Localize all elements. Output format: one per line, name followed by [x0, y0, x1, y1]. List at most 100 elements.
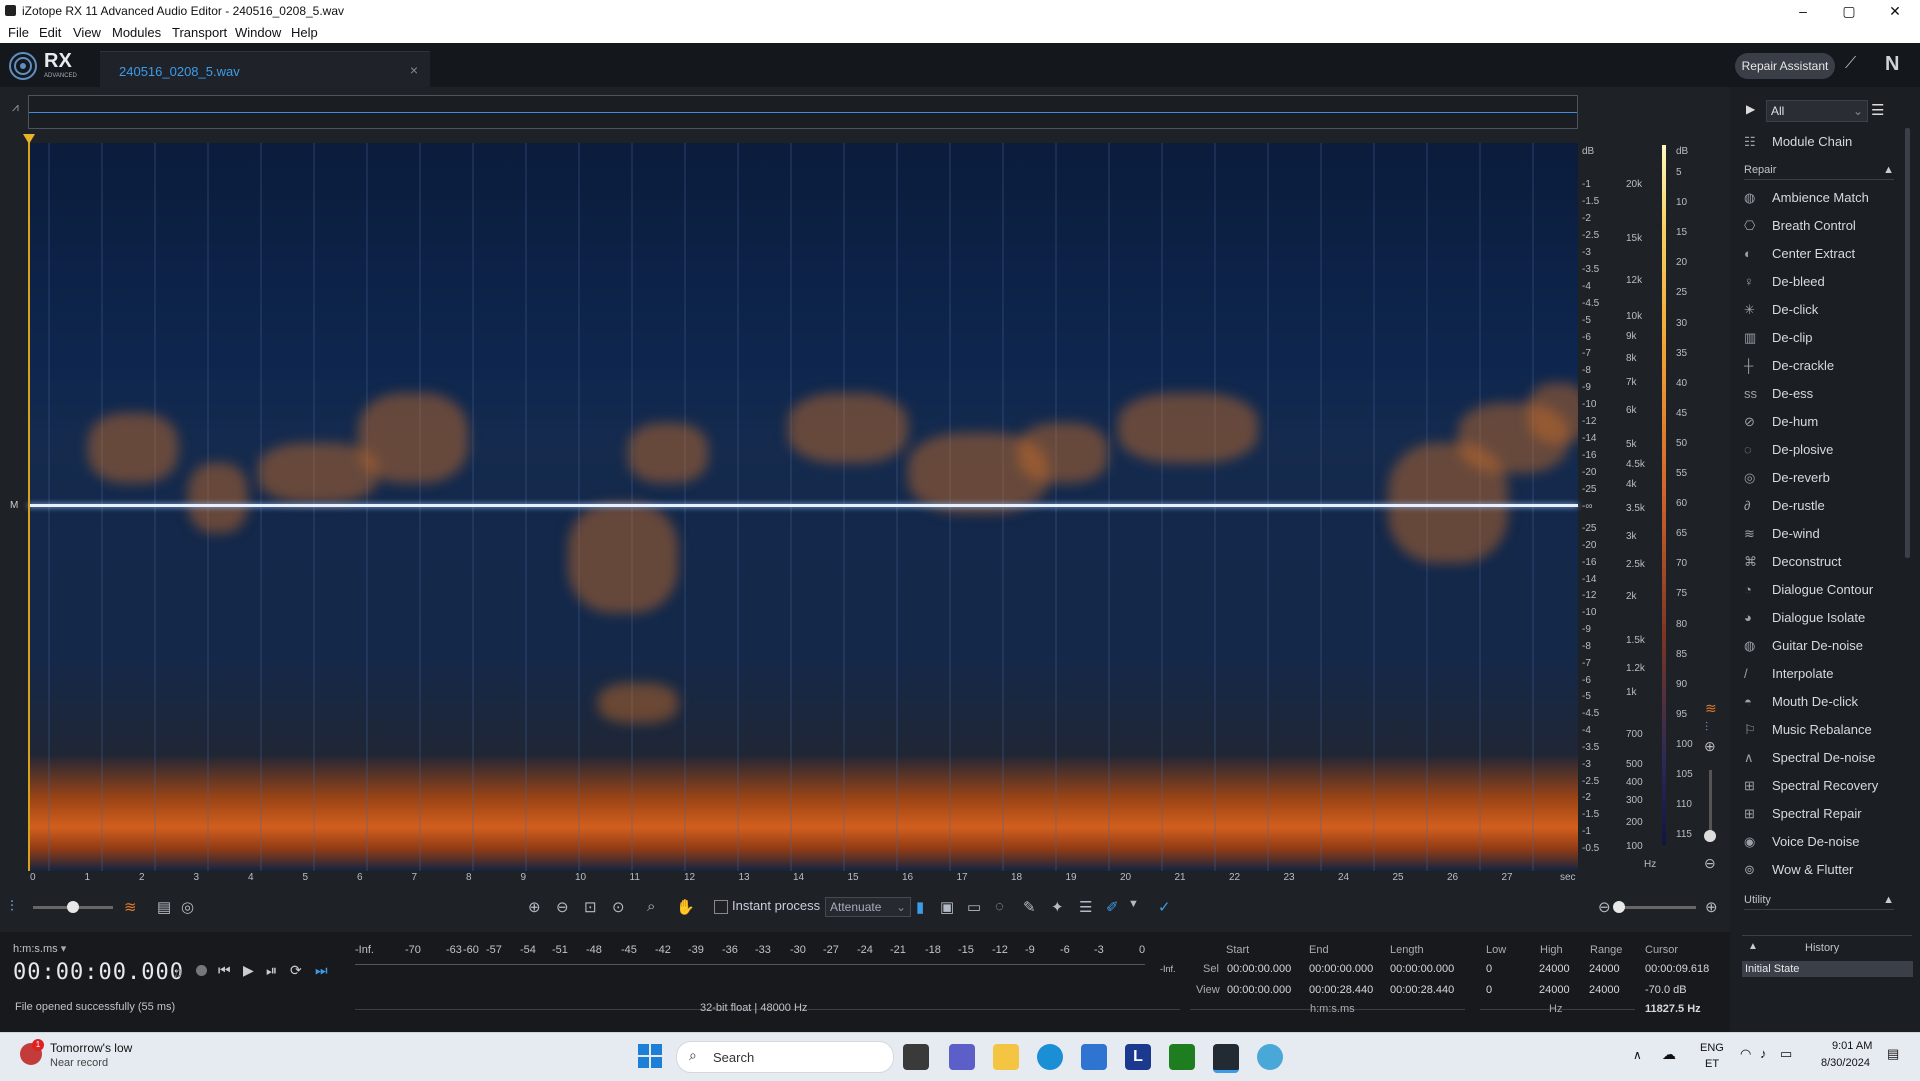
wifi-icon[interactable]: ◠ — [1740, 1046, 1751, 1062]
repair-section-header[interactable]: Repair ▲ — [1744, 164, 1894, 180]
sel-range[interactable]: 24000 — [1589, 963, 1620, 975]
module-item[interactable]: ◎ De-reverb — [1744, 470, 1830, 486]
record-icon[interactable] — [196, 965, 207, 976]
zoom-fit-icon[interactable]: ⊙ — [612, 898, 625, 916]
windows-start-icon[interactable] — [638, 1044, 662, 1068]
close-window-button[interactable]: ✕ — [1872, 0, 1918, 22]
module-item[interactable]: ∂ De-rustle — [1744, 498, 1825, 513]
harmonic-select-icon[interactable]: ☰ — [1079, 898, 1092, 916]
brush-icon[interactable]: ✎ — [1023, 898, 1036, 916]
language-primary[interactable]: ENG — [1700, 1042, 1724, 1054]
close-tab-icon[interactable]: × — [410, 62, 418, 78]
module-item[interactable]: ◍ Guitar De-noise — [1744, 638, 1863, 654]
waveform-icon[interactable]: ⫶ — [1705, 720, 1708, 735]
play-selection-icon[interactable]: ⏯ — [266, 962, 277, 979]
maximize-button[interactable]: ▢ — [1826, 0, 1872, 22]
view-range[interactable]: 24000 — [1589, 984, 1620, 996]
module-item[interactable]: ≋ De-wind — [1744, 526, 1820, 542]
spectrogram-view-icon[interactable]: ≋ — [124, 898, 137, 916]
weather-subtitle[interactable]: Near record — [50, 1057, 108, 1069]
view-low[interactable]: 0 — [1486, 984, 1492, 996]
utility-section-header[interactable]: Utility ▲ — [1744, 894, 1894, 910]
play-icon[interactable]: ▶ — [243, 962, 254, 979]
horizontal-zoom-handle[interactable] — [1613, 901, 1625, 913]
panel-menu-icon[interactable]: ☰ — [1871, 101, 1884, 119]
headphones-icon[interactable]: ♫ — [172, 964, 183, 980]
module-item[interactable]: ┼ De-crackle — [1744, 358, 1834, 373]
draw-tool-icon[interactable]: ✓ — [1158, 898, 1171, 916]
module-item[interactable]: ◐ Center Extract — [1744, 246, 1855, 261]
module-item[interactable]: ⎔ Breath Control — [1744, 218, 1856, 234]
attenuate-dropdown[interactable]: Attenuate ⌄ — [825, 897, 911, 917]
module-item[interactable]: ◔ Dialogue Contour — [1744, 582, 1873, 597]
waveform-overview[interactable] — [28, 95, 1578, 129]
app-taskbar-icon[interactable] — [1257, 1044, 1283, 1070]
instant-process-checkbox[interactable] — [714, 900, 728, 914]
loop-icon[interactable]: ⟳ — [290, 962, 302, 979]
spectrogram-icon[interactable]: ≋ — [1705, 700, 1717, 717]
zoom-tool-icon[interactable]: ⌕ — [647, 898, 655, 915]
clock-time[interactable]: 9:01 AM — [1832, 1040, 1872, 1052]
horizontal-zoom-in-icon[interactable]: ⊕ — [1705, 898, 1718, 916]
view-high[interactable]: 24000 — [1539, 984, 1570, 996]
notification-icon[interactable]: ▤ — [1887, 1046, 1899, 1062]
sel-low[interactable]: 0 — [1486, 963, 1492, 975]
time-frequency-selection-icon[interactable]: ▭ — [967, 898, 981, 916]
module-item[interactable]: / Interpolate — [1744, 666, 1833, 681]
collapse-overview-icon[interactable]: ⩘ — [12, 100, 19, 115]
clock-date[interactable]: 8/30/2024 — [1821, 1057, 1870, 1069]
waveform-view-icon[interactable]: ⫶ — [10, 898, 14, 915]
zoom-in-icon[interactable]: ⊕ — [528, 898, 541, 916]
module-item[interactable]: ◍ Ambience Match — [1744, 190, 1869, 206]
module-item[interactable]: ◓ Mouth De-click — [1744, 694, 1858, 709]
ni-logo-icon[interactable]: N — [1885, 53, 1899, 76]
module-filter-dropdown[interactable]: All ⌄ — [1766, 100, 1868, 122]
module-item[interactable]: ▥ De-clip — [1744, 330, 1812, 346]
teams-icon[interactable] — [949, 1044, 975, 1070]
battery-icon[interactable]: ▭ — [1780, 1046, 1792, 1062]
file-explorer-icon[interactable] — [993, 1044, 1019, 1070]
view-opacity-handle[interactable] — [67, 901, 79, 913]
module-item[interactable]: ◉ Voice De-noise — [1744, 834, 1859, 850]
module-item[interactable]: ⊞ Spectral Repair — [1744, 806, 1862, 822]
module-item[interactable]: ∧ Spectral De-noise — [1744, 750, 1875, 766]
history-initial-state[interactable]: Initial State — [1742, 961, 1913, 977]
module-panel-scrollbar[interactable] — [1905, 128, 1910, 558]
zoom-in-vertical-icon[interactable]: ⊕ — [1704, 738, 1716, 755]
horizontal-zoom-out-icon[interactable]: ⊖ — [1598, 898, 1611, 916]
tool-options-chevron-icon[interactable]: ▼ — [1128, 898, 1139, 910]
tray-overflow-icon[interactable]: ∧ — [1633, 1048, 1642, 1062]
menu-view[interactable]: View — [73, 25, 101, 40]
module-item[interactable]: ✳ De-click — [1744, 302, 1818, 318]
store-icon[interactable] — [1081, 1044, 1107, 1070]
find-similar-icon[interactable]: ✐ — [1106, 898, 1119, 916]
module-item[interactable]: ss De-ess — [1744, 386, 1813, 401]
time-selection-icon[interactable]: ▮ — [916, 898, 924, 916]
menu-window[interactable]: Window — [235, 25, 281, 40]
sel-end[interactable]: 00:00:00.000 — [1309, 963, 1373, 975]
horizontal-zoom-slider[interactable] — [1618, 906, 1696, 909]
sel-length[interactable]: 00:00:00.000 — [1390, 963, 1454, 975]
module-item[interactable]: ⚐ Music Rebalance — [1744, 722, 1872, 738]
module-item[interactable]: ◌ De-plosive — [1744, 442, 1833, 457]
module-item[interactable]: ♀ De-bleed — [1744, 274, 1825, 289]
taskbar-search-box[interactable]: ⌕ Search — [676, 1041, 894, 1073]
menu-modules[interactable]: Modules — [112, 25, 161, 40]
menu-file[interactable]: File — [8, 25, 29, 40]
izotope-rx-taskbar-icon[interactable] — [1213, 1044, 1239, 1073]
sel-high[interactable]: 24000 — [1539, 963, 1570, 975]
spectrum-analyzer-icon[interactable]: ▤ — [157, 898, 171, 916]
onedrive-icon[interactable]: ☁ — [1662, 1046, 1676, 1063]
l-app-icon[interactable]: L — [1125, 1044, 1151, 1070]
time-format-dropdown[interactable]: h:m:s.ms ▾ — [13, 942, 66, 955]
lasso-icon[interactable]: ◌ — [995, 898, 1004, 915]
task-view-icon[interactable] — [903, 1044, 929, 1070]
spectrogram-view[interactable] — [28, 143, 1578, 871]
skip-start-icon[interactable]: ⏮ — [218, 962, 231, 979]
play-preview-icon[interactable]: ▶ — [1746, 102, 1755, 116]
menu-help[interactable]: Help — [291, 25, 318, 40]
sel-start[interactable]: 00:00:00.000 — [1227, 963, 1291, 975]
follow-playback-icon[interactable]: ⏭ — [315, 962, 328, 979]
module-item[interactable]: ⊘ De-hum — [1744, 414, 1818, 430]
history-collapse-icon[interactable]: ▲ — [1748, 941, 1758, 952]
